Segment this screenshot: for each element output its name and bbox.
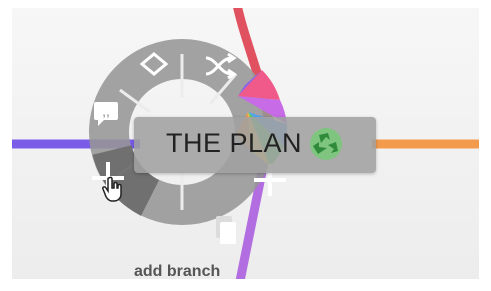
svg-text:,,: ,, <box>102 103 110 119</box>
frame-left <box>0 0 12 291</box>
mindmap-canvas[interactable]: ,, THE PLAN add branch <box>0 0 491 291</box>
recycle-icon[interactable] <box>306 124 346 164</box>
frame-bottom <box>0 279 491 291</box>
hand-cursor-icon <box>102 176 122 202</box>
duplicate-icon[interactable] <box>216 216 236 244</box>
node-title[interactable]: THE PLAN <box>166 128 302 159</box>
frame-top <box>0 0 491 8</box>
frame-right <box>479 0 491 291</box>
